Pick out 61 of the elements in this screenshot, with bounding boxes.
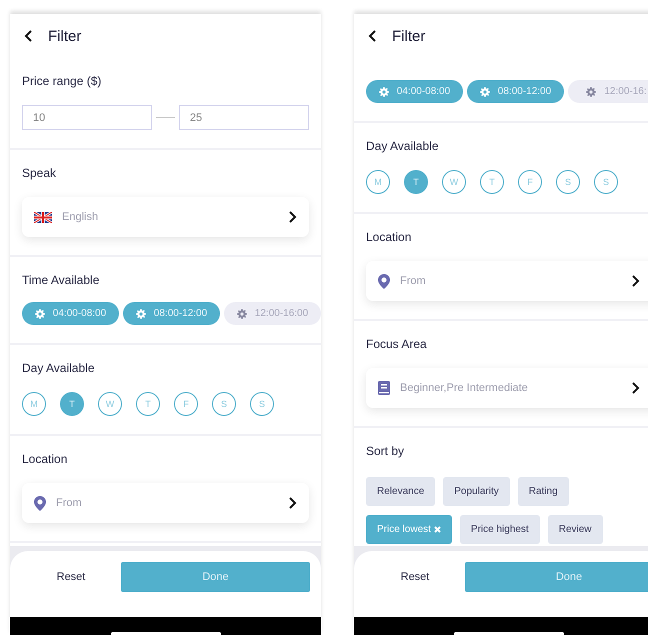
sort-option[interactable]: Popularity bbox=[443, 477, 510, 506]
reset-button[interactable]: Reset bbox=[21, 562, 121, 592]
gear-icon bbox=[34, 308, 45, 318]
day-toggle[interactable]: M bbox=[366, 170, 390, 194]
day-toggle[interactable]: W bbox=[442, 170, 466, 194]
section-label: Focus Area bbox=[366, 337, 428, 351]
time-slot-chip[interactable]: 08:00-12:00 bbox=[123, 302, 220, 325]
time-slot-chip[interactable]: 04:00-08:00 bbox=[366, 80, 463, 103]
chevron-right-icon bbox=[287, 211, 297, 223]
chevron-right-icon bbox=[630, 382, 640, 394]
day-toggle[interactable]: S bbox=[250, 392, 274, 416]
gear-icon bbox=[236, 308, 247, 318]
select-field[interactable]: Beginner,Pre Intermediate bbox=[366, 368, 648, 408]
time-slot-chip[interactable]: 04:00-08:00 bbox=[22, 302, 119, 325]
sort-option[interactable]: Relevance bbox=[366, 477, 436, 506]
day-toggle[interactable]: S bbox=[212, 392, 236, 416]
section-label: Speak bbox=[22, 166, 58, 180]
location-pin-icon bbox=[378, 274, 390, 288]
section-label: Sort by bbox=[366, 444, 406, 458]
day-toggle[interactable]: F bbox=[518, 170, 542, 194]
day-toggle[interactable]: S bbox=[594, 170, 618, 194]
section-label: Day Available bbox=[22, 361, 96, 375]
day-toggle[interactable]: T bbox=[404, 170, 428, 194]
screen-title: Filter bbox=[48, 28, 82, 44]
day-toggle[interactable]: F bbox=[174, 392, 198, 416]
day-toggle[interactable]: M bbox=[22, 392, 46, 416]
time-slot-chip[interactable]: 08:00-12:00 bbox=[467, 80, 564, 103]
section-label: Location bbox=[22, 452, 68, 466]
section-label: Day Available bbox=[366, 139, 440, 153]
section-label: Location bbox=[366, 230, 412, 244]
day-toggle[interactable]: T bbox=[60, 392, 84, 416]
sort-option[interactable]: Price lowest bbox=[366, 515, 452, 544]
time-slot-chip[interactable]: 12:00-16:00 bbox=[224, 302, 321, 325]
done-button[interactable]: Done bbox=[121, 562, 310, 592]
day-toggle[interactable]: T bbox=[480, 170, 504, 194]
location-pin-icon bbox=[34, 496, 46, 510]
chevron-right-icon bbox=[630, 275, 640, 287]
day-toggle[interactable]: S bbox=[556, 170, 580, 194]
section-label: Time Available bbox=[22, 273, 100, 287]
reset-button[interactable]: Reset bbox=[365, 562, 465, 592]
book-icon bbox=[378, 381, 390, 395]
sort-option[interactable]: Review bbox=[548, 515, 603, 544]
day-toggle[interactable]: W bbox=[98, 392, 122, 416]
gear-icon bbox=[586, 86, 596, 96]
day-toggle[interactable]: T bbox=[136, 392, 160, 416]
section-label: Price range ($) bbox=[22, 74, 102, 88]
select-field[interactable]: English bbox=[22, 197, 309, 237]
gear-icon bbox=[378, 86, 389, 96]
min-price-field[interactable]: 10 bbox=[22, 105, 152, 130]
screen-title: Filter bbox=[392, 28, 426, 44]
max-price-field[interactable]: 25 bbox=[178, 105, 309, 130]
gear-icon bbox=[136, 308, 146, 318]
select-field[interactable]: From bbox=[22, 483, 309, 523]
chevron-right-icon bbox=[287, 497, 297, 509]
gear-icon bbox=[480, 86, 490, 96]
flag-icon bbox=[34, 212, 52, 222]
sort-option[interactable]: Rating bbox=[518, 477, 569, 506]
select-field[interactable]: From bbox=[366, 261, 648, 301]
sort-option[interactable]: Price highest bbox=[460, 515, 540, 544]
done-button[interactable]: Done bbox=[465, 562, 648, 592]
time-slot-chip[interactable]: 12:00-16: bbox=[568, 80, 648, 103]
